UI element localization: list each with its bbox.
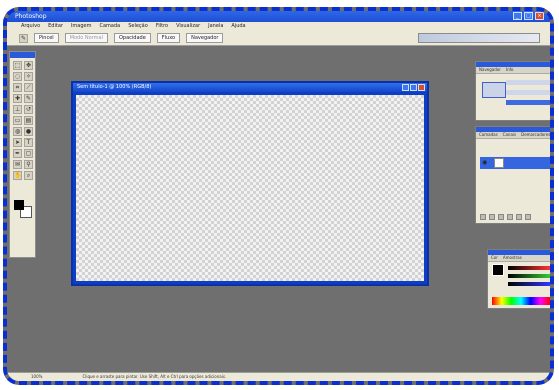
- crop-tool-icon[interactable]: ⌗: [13, 83, 22, 92]
- maximize-button[interactable]: □: [524, 12, 533, 20]
- eyedropper-icon[interactable]: ⚲: [24, 160, 33, 169]
- layer-style-icon[interactable]: [489, 214, 495, 220]
- tab-swatches[interactable]: Amostras: [503, 255, 522, 261]
- tab-color[interactable]: Cor: [491, 255, 498, 261]
- status-bar: 100% Clique e arraste para pintar. Use S…: [7, 372, 550, 381]
- document-close-button[interactable]: [418, 84, 425, 91]
- green-slider[interactable]: [508, 274, 550, 278]
- navigator-row: [506, 80, 550, 85]
- menu-item-edit[interactable]: Editar: [48, 22, 63, 31]
- options-bar: ✎ Pincel Modo Normal Opacidade Fluxo Nav…: [7, 31, 550, 46]
- clone-stamp-icon[interactable]: ⊥: [13, 105, 22, 114]
- option-mode[interactable]: Modo Normal: [64, 33, 108, 43]
- menu-item-select[interactable]: Seleção: [128, 22, 148, 31]
- move-tool-icon[interactable]: ✥: [24, 61, 33, 70]
- new-layer-icon[interactable]: [516, 214, 522, 220]
- menu-item-layer[interactable]: Camada: [99, 22, 120, 31]
- marquee-tool-icon[interactable]: ⬚: [13, 61, 22, 70]
- brush-tool-icon[interactable]: ✎: [24, 94, 33, 103]
- lasso-tool-icon[interactable]: ◌: [13, 72, 22, 81]
- magic-wand-icon[interactable]: ✧: [24, 72, 33, 81]
- option-navigator[interactable]: Navegador: [186, 33, 224, 43]
- tab-channels[interactable]: Canais: [503, 132, 516, 138]
- navigator-row: [506, 90, 550, 95]
- layer-row-selected[interactable]: ◉: [480, 157, 550, 169]
- hand-tool-icon[interactable]: ✋: [13, 171, 22, 180]
- layer-thumbnail: [494, 158, 504, 168]
- menu-bar: Arquivo Editar Imagem Camada Seleção Fil…: [7, 22, 550, 31]
- transparent-canvas[interactable]: [76, 95, 424, 281]
- option-flow[interactable]: Fluxo: [156, 33, 181, 43]
- type-tool-icon[interactable]: T: [24, 138, 33, 147]
- tab-layers[interactable]: Camadas: [479, 132, 498, 138]
- document-minimize-button[interactable]: [402, 84, 409, 91]
- dodge-tool-icon[interactable]: ●: [24, 127, 33, 136]
- document-maximize-button[interactable]: [410, 84, 417, 91]
- option-brush[interactable]: Pincel: [34, 33, 59, 43]
- document-controls: [402, 84, 425, 91]
- close-button[interactable]: ×: [535, 12, 544, 20]
- layers-panel: Camadas Canais Demarcadores ◉: [475, 126, 550, 224]
- notes-tool-icon[interactable]: ✉: [13, 160, 22, 169]
- color-panel-tabs: Cor Amostras: [488, 255, 550, 262]
- zoom-tool-icon[interactable]: ⌕: [24, 171, 33, 180]
- menu-item-window[interactable]: Janela: [208, 22, 223, 31]
- navigator-panel-tabs: Navegador Info: [476, 67, 550, 74]
- toolbox: ⬚ ✥ ◌ ✧ ⌗ ⟋ ✚ ✎ ⊥ ↺ ▭ ▤ ◍ ● ➤ T ✒ ▢ ✉ ⚲ …: [9, 51, 36, 258]
- menu-item-filter[interactable]: Filtro: [156, 22, 168, 31]
- tab-info[interactable]: Info: [506, 67, 514, 73]
- history-brush-icon[interactable]: ↺: [24, 105, 33, 114]
- navigator-row-selected[interactable]: [506, 100, 550, 105]
- navigator-thumbnail[interactable]: [482, 82, 506, 98]
- trash-icon[interactable]: [525, 214, 531, 220]
- window-controls: _ □ ×: [513, 12, 544, 20]
- color-spectrum[interactable]: [492, 297, 550, 305]
- shape-tool-icon[interactable]: ▢: [24, 149, 33, 158]
- status-hint: Clique e arraste para pintar. Use Shift,…: [82, 374, 227, 379]
- menu-item-image[interactable]: Imagem: [71, 22, 92, 31]
- minimize-button[interactable]: _: [513, 12, 522, 20]
- layers-footer: [480, 214, 550, 220]
- document-window: Sem título-1 @ 100% (RGB/8): [71, 81, 429, 286]
- palette-well[interactable]: [418, 33, 540, 43]
- zoom-readout[interactable]: 100%: [31, 373, 42, 381]
- eye-icon[interactable]: ◉: [482, 160, 489, 166]
- foreground-color-swatch[interactable]: [14, 200, 24, 210]
- app-title: Photoshop: [15, 13, 47, 20]
- tab-paths[interactable]: Demarcadores: [521, 132, 550, 138]
- folder-icon[interactable]: [507, 214, 513, 220]
- slice-tool-icon[interactable]: ⟋: [24, 83, 33, 92]
- healing-brush-icon[interactable]: ✚: [13, 94, 22, 103]
- pen-tool-icon[interactable]: ✒: [13, 149, 22, 158]
- color-panel: Cor Amostras: [487, 249, 550, 309]
- document-title: Sem título-1 @ 100% (RGB/8): [77, 84, 152, 90]
- mask-icon[interactable]: [498, 214, 504, 220]
- option-opacity[interactable]: Opacidade: [113, 33, 151, 43]
- screenshot-frame: Photoshop _ □ × Arquivo Editar Imagem Ca…: [3, 7, 554, 385]
- color-panel-swatch[interactable]: [492, 264, 504, 276]
- red-slider[interactable]: [508, 266, 550, 270]
- link-icon[interactable]: [480, 214, 486, 220]
- document-titlebar[interactable]: Sem título-1 @ 100% (RGB/8): [73, 83, 427, 92]
- layers-panel-tabs: Camadas Canais Demarcadores: [476, 132, 550, 139]
- tab-navigator[interactable]: Navegador: [479, 67, 501, 73]
- app-titlebar: Photoshop _ □ ×: [7, 11, 550, 22]
- eraser-tool-icon[interactable]: ▭: [13, 116, 22, 125]
- menu-item-view[interactable]: Visualizar: [176, 22, 200, 31]
- navigator-panel: Navegador Info: [475, 61, 550, 121]
- menu-item-help[interactable]: Ajuda: [231, 22, 245, 31]
- tool-grid: ⬚ ✥ ◌ ✧ ⌗ ⟋ ✚ ✎ ⊥ ↺ ▭ ▤ ◍ ● ➤ T ✒ ▢ ✉ ⚲ …: [10, 58, 35, 183]
- menu-item-file[interactable]: Arquivo: [21, 22, 40, 31]
- blue-slider[interactable]: [508, 282, 550, 286]
- gradient-tool-icon[interactable]: ▤: [24, 116, 33, 125]
- path-select-icon[interactable]: ➤: [13, 138, 22, 147]
- brush-preset-icon[interactable]: ✎: [19, 33, 28, 43]
- blur-tool-icon[interactable]: ◍: [13, 127, 22, 136]
